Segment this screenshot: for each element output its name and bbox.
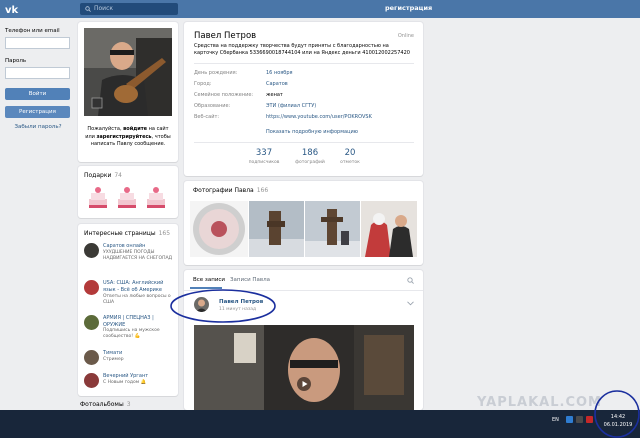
pages-count: 165 [158,230,171,237]
profile-status: Средства на поддержку творчества будут п… [194,43,410,56]
active-tab-indicator [190,287,222,289]
login-button[interactable]: Войти [5,88,70,100]
info-key: Образование: [194,103,231,109]
gift-cake-icon[interactable] [144,183,168,211]
photo-thumb[interactable] [249,201,304,257]
info-value[interactable]: Саратов [266,81,288,87]
login-panel: Телефон или email Пароль Войти Регистрац… [5,28,71,130]
search-icon[interactable] [407,277,414,284]
post-video[interactable] [194,325,414,410]
page-desc: Ответы на любые вопросы о США [103,294,171,305]
pages-title[interactable]: Интересные страницы 165 [84,230,170,237]
page-desc: УХУДШЕНИЕ ПОГОДЫ НАДВИГАЕТСЯ НА СНЕГОПАД [103,250,173,261]
counter-tags[interactable]: 20 отметок [320,148,380,165]
caption-register-link[interactable]: зарегистрируйтесь [97,134,152,140]
avatar-caption: Пожалуйста, войдите на сайт или зарегист… [84,126,172,149]
info-key: Семейное положение: [194,92,254,98]
profile-name: Павел Петров [194,31,257,41]
register-link[interactable]: регистрация [385,4,432,12]
windows-taskbar: EN 14:42 06.01.2019 [0,410,640,438]
info-key: Город: [194,81,212,87]
info-key: Веб-сайт: [194,114,220,120]
play-icon[interactable] [297,377,311,391]
gift-cake-icon[interactable] [115,183,139,211]
page-avatar [84,373,99,388]
avatar-card: Пожалуйста, войдите на сайт или зарегист… [78,22,178,162]
photos-title-text: Фотографии Павла [193,187,254,194]
divider [184,290,423,291]
antivirus-icon[interactable] [586,416,593,423]
pages-title-text: Интересные страницы [84,230,156,237]
taskbar-clock[interactable]: 14:42 06.01.2019 [600,413,636,429]
divider [194,142,414,143]
counter-label: отметок [340,160,360,165]
page-desc: Подпишись на мужское сообщество! 💪 [103,328,160,339]
gifts-card[interactable]: Подарки 74 [78,166,178,218]
page-name[interactable]: USA: США: Английский язык - Всё об Амери… [103,280,175,293]
photo-thumb[interactable] [305,201,360,257]
interesting-pages-card: Интересные страницы 165 Саратов онлайн УХ… [78,224,178,396]
photos-title[interactable]: Фотографии Павла 166 [193,187,268,194]
photo-thumb[interactable] [190,201,248,257]
page-avatar [84,280,99,295]
caption-text: Пожалуйста, [87,126,124,132]
network-icon[interactable] [566,416,573,423]
page-avatar [84,243,99,258]
svg-text:vk: vk [5,5,19,15]
page-desc: Стример [103,357,124,362]
forgot-password-link[interactable]: Забыли пароль? [5,124,71,130]
counter-number: 20 [344,148,356,158]
profile-info-card: Павел Петров Online Средства на поддержк… [184,22,423,176]
page-desc: С Новым годом 🔔 [103,380,147,385]
info-value: женат [266,92,283,98]
tab-own-posts[interactable]: Записи Павла [230,277,270,283]
info-value[interactable]: ЭТИ (филиал СГТУ) [266,103,316,109]
avatar[interactable] [84,28,172,116]
post-author-name[interactable]: Павел Петров [219,299,263,305]
page-avatar [84,315,99,330]
info-key: День рождения: [194,70,238,76]
password-input[interactable] [5,67,70,79]
page-name[interactable]: Вечерний Ургант [103,373,175,380]
post-timestamp[interactable]: 11 минут назад [219,307,256,312]
gift-cake-icon[interactable] [86,183,110,211]
page-name[interactable]: Саратов онлайн [103,243,175,250]
vk-logo-icon[interactable]: vk [5,3,23,15]
page-avatar [84,350,99,365]
register-button[interactable]: Регистрация [5,106,70,118]
watermark: YAPLAKAL.COM [477,395,602,410]
phone-input[interactable] [5,37,70,49]
photos-count: 166 [256,187,269,194]
info-value[interactable]: 16 ноября [266,70,293,76]
page-name[interactable]: АРМИЯ | СПЕЦНАЗ | ОРУЖИЕ [103,315,175,328]
page-name[interactable]: Тимати [103,350,175,357]
albums-title-text: Фотоальбомы [80,401,124,408]
phone-label: Телефон или email [5,28,60,34]
photos-card: Фотографии Павла 166 [184,181,423,265]
online-status: Online [397,33,414,39]
post-author-avatar[interactable] [194,297,209,312]
info-value[interactable]: https://www.youtube.com/user/POKROVSK [266,114,372,120]
caption-login-link[interactable]: войдите [123,126,147,132]
albums-count: 3 [126,401,131,408]
show-more-link[interactable]: Показать подробную информацию [266,129,358,135]
language-indicator[interactable]: EN [552,417,559,423]
photo-thumb[interactable] [361,201,417,257]
clock-time: 14:42 [610,414,626,420]
gifts-title-text: Подарки [84,172,112,179]
chevron-down-icon[interactable] [407,301,414,306]
albums-title[interactable]: Фотоальбомы 3 [80,401,131,408]
gifts-count: 74 [114,172,122,179]
gifts-title: Подарки 74 [84,172,122,179]
search-icon [85,6,91,12]
clock-date: 06.01.2019 [603,422,633,428]
wall-card: Все записи Записи Павла Павел Петров 11 … [184,270,423,410]
top-bar: vk Поиск регистрация [0,0,640,18]
tab-all-posts[interactable]: Все записи [193,277,225,283]
search-input[interactable]: Поиск [80,3,178,15]
divider [194,63,414,64]
volume-icon[interactable] [576,416,583,423]
password-label: Пароль [5,58,27,64]
